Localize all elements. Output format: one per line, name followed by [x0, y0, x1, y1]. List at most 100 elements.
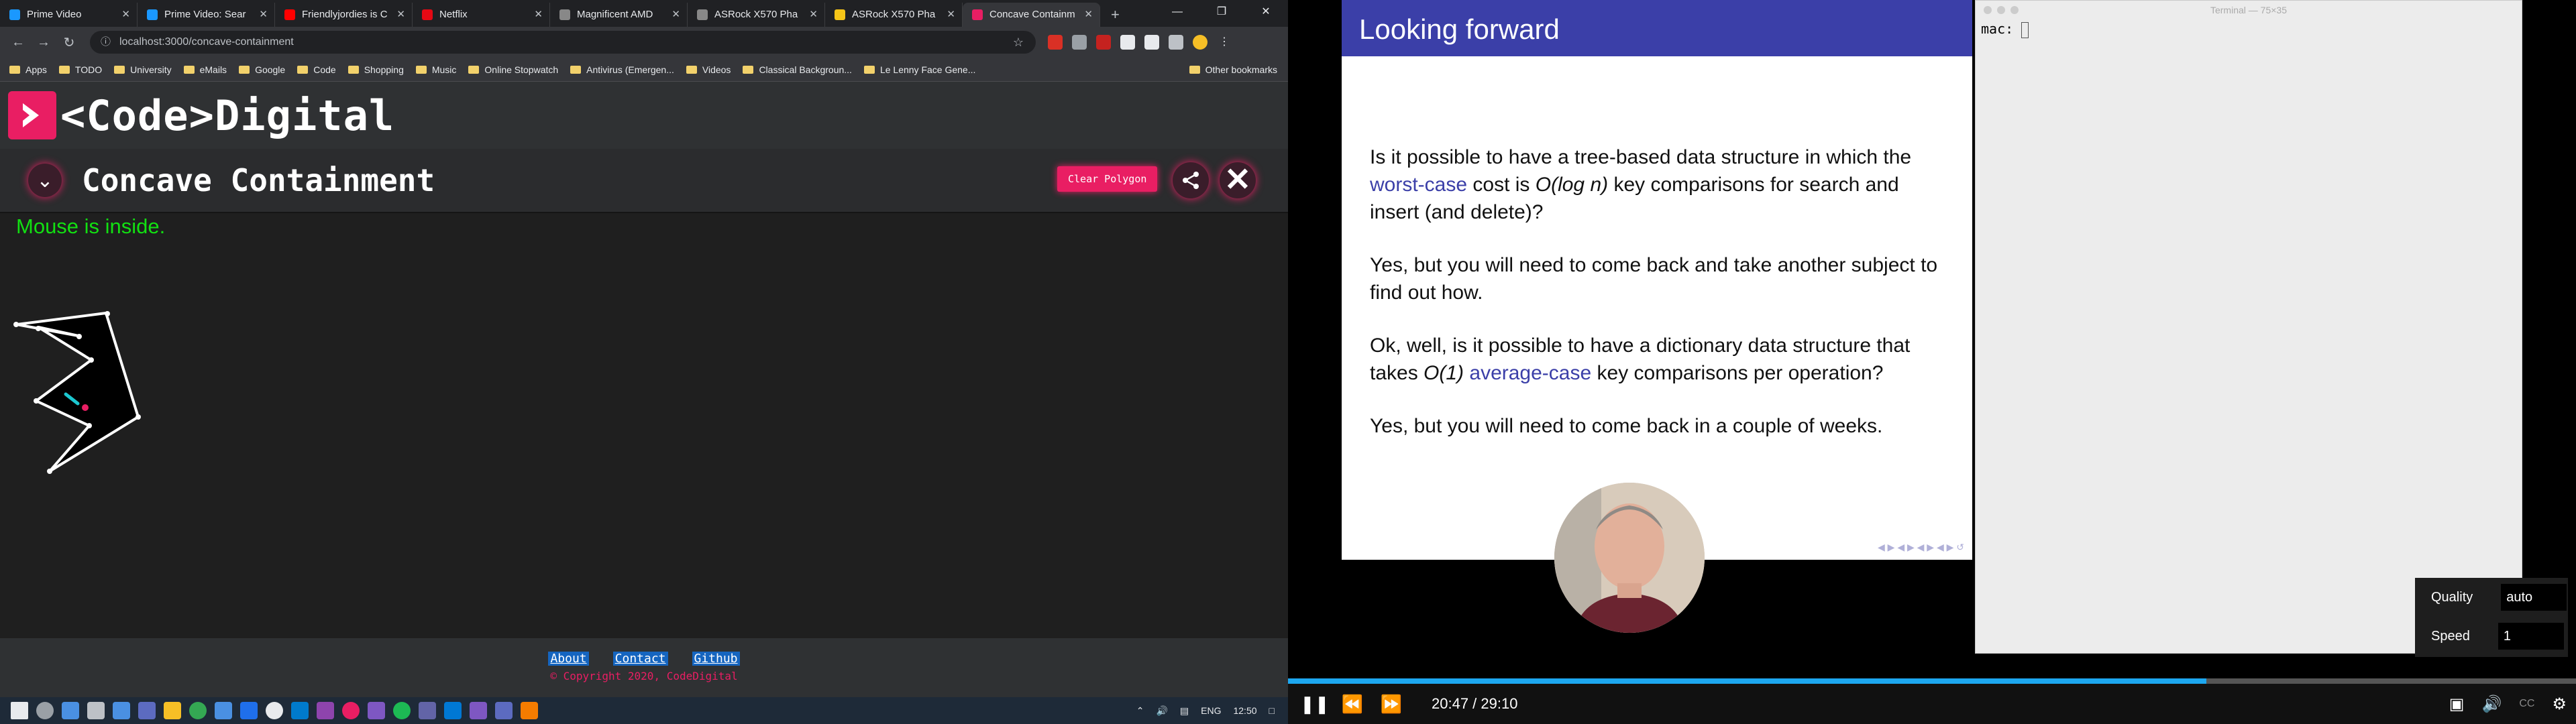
windows-start-icon[interactable]	[11, 702, 28, 719]
taskbar-app-icon[interactable]	[62, 702, 79, 719]
browser-tab[interactable]: Prime Video: Sear ✕	[138, 3, 275, 27]
fast-forward-icon[interactable]: ⏩	[1378, 694, 1405, 715]
puzzle-icon[interactable]	[1144, 35, 1159, 50]
terminal-minimize-dot[interactable]	[1997, 6, 2005, 14]
bookmark-item[interactable]: Antivirus (Emergen...	[570, 64, 674, 75]
taskbar-app-icon[interactable]	[240, 702, 258, 719]
footer-link-about[interactable]: About	[548, 652, 589, 666]
browser-tab[interactable]: Magnificent AMD ✕	[550, 3, 688, 27]
volume-icon[interactable]: 🔊	[1156, 705, 1167, 717]
settings-gear-icon[interactable]: ⚙	[2552, 695, 2567, 714]
browser-tab[interactable]: Netflix ✕	[413, 3, 550, 27]
terminal-body[interactable]: mac:	[1976, 19, 2522, 40]
bookmark-item[interactable]: Code	[297, 64, 336, 75]
vscode-icon[interactable]	[291, 702, 309, 719]
footer-link-github[interactable]: Github	[692, 652, 740, 666]
taskbar-app-icon[interactable]	[521, 702, 538, 719]
beamer-navigation-icons[interactable]: ◀ ▶ ◀ ▶ ◀ ▶ ◀ ▶ ↺	[1878, 542, 1964, 553]
bookmark-item[interactable]: Videos	[686, 64, 731, 75]
tab-close-icon[interactable]: ✕	[947, 3, 955, 27]
teams-icon[interactable]	[419, 702, 436, 719]
tab-close-icon[interactable]: ✕	[1084, 3, 1093, 27]
profile-avatar[interactable]	[1193, 35, 1208, 50]
bookmark-item[interactable]: Google	[239, 64, 285, 75]
browser-tab[interactable]: ASRock X570 Pha ✕	[825, 3, 963, 27]
rewind-icon[interactable]: ⏪	[1339, 694, 1366, 715]
back-icon[interactable]: ←	[5, 35, 31, 50]
browser-tab[interactable]: Concave Containm ✕	[963, 3, 1100, 27]
notifications-icon[interactable]: □	[1269, 705, 1275, 716]
tab-close-icon[interactable]: ✕	[534, 3, 543, 27]
extension-icon[interactable]	[1048, 35, 1063, 50]
maximize-button[interactable]: ❐	[1199, 0, 1244, 24]
tab-close-icon[interactable]: ✕	[396, 3, 405, 27]
clock[interactable]: 12:50	[1233, 705, 1256, 716]
captions-button[interactable]: CC	[2519, 698, 2534, 710]
reload-icon[interactable]: ↻	[56, 34, 82, 51]
close-window-button[interactable]: ✕	[1244, 0, 1288, 24]
extension-icon[interactable]	[1120, 35, 1135, 50]
taskbar-app-icon[interactable]	[342, 702, 360, 719]
video-progress-bar[interactable]	[1288, 678, 2576, 684]
taskbar-app-icon[interactable]	[470, 702, 487, 719]
close-icon[interactable]: ✕	[1220, 162, 1256, 198]
bookmark-star-icon[interactable]: ☆	[1013, 31, 1024, 54]
picture-in-picture-icon[interactable]: ▣	[2449, 695, 2465, 714]
menu-kebab-icon[interactable]: ⋮	[1217, 35, 1232, 50]
extension-icon[interactable]	[1072, 35, 1087, 50]
tab-close-icon[interactable]: ✕	[672, 3, 680, 27]
terminal-zoom-dot[interactable]	[2010, 6, 2019, 14]
speed-select[interactable]: 1	[2498, 623, 2564, 650]
taskbar-app-icon[interactable]	[368, 702, 385, 719]
bookmark-item[interactable]: Shopping	[347, 64, 404, 75]
address-bar[interactable]: ⓘ localhost:3000/concave-containment ☆	[90, 31, 1036, 54]
taskbar-app-icon[interactable]	[266, 702, 283, 719]
pause-icon[interactable]: ❚❚	[1300, 694, 1330, 715]
minimize-button[interactable]: —	[1155, 0, 1199, 24]
taskbar-app-icon[interactable]	[495, 702, 513, 719]
taskbar-app-icon[interactable]	[215, 702, 232, 719]
language-indicator[interactable]: ENG	[1201, 705, 1221, 716]
tab-close-icon[interactable]: ✕	[121, 3, 130, 27]
file-explorer-icon[interactable]	[164, 702, 181, 719]
info-icon[interactable]: ⓘ	[101, 31, 111, 54]
quality-select[interactable]: auto	[2501, 584, 2567, 611]
spotify-icon[interactable]	[393, 702, 411, 719]
taskbar-app-icon[interactable]	[113, 702, 130, 719]
bookmark-item[interactable]: University	[114, 64, 172, 75]
forward-icon[interactable]: →	[31, 35, 56, 50]
share-icon[interactable]	[1173, 162, 1209, 198]
network-icon[interactable]: ▤	[1180, 705, 1189, 717]
taskbar-app-icon[interactable]	[138, 702, 156, 719]
chevron-up-icon[interactable]: ⌃	[1136, 705, 1144, 717]
bookmark-item[interactable]: Apps	[9, 64, 47, 75]
browser-tab[interactable]: ASRock X570 Pha ✕	[688, 3, 825, 27]
taskbar-app-icon[interactable]	[87, 702, 105, 719]
search-icon[interactable]	[36, 702, 54, 719]
chevron-down-icon[interactable]: ⌄	[28, 164, 62, 197]
outlook-icon[interactable]	[444, 702, 462, 719]
browser-tab[interactable]: Prime Video ✕	[0, 3, 138, 27]
chrome-icon[interactable]	[189, 702, 207, 719]
site-brand[interactable]: <Code>Digital	[60, 91, 394, 140]
other-bookmarks[interactable]: Other bookmarks	[1189, 64, 1277, 75]
footer-link-contact[interactable]: Contact	[612, 652, 668, 666]
volume-icon[interactable]: 🔊	[2481, 695, 2502, 714]
polygon-canvas[interactable]	[0, 243, 1288, 638]
bookmark-item[interactable]: Classical Backgroun...	[743, 64, 852, 75]
extension-icon[interactable]	[1096, 35, 1111, 50]
codedigital-logo-icon[interactable]	[8, 91, 56, 139]
playlist-icon[interactable]	[1169, 35, 1183, 50]
bookmark-item[interactable]: Music	[415, 64, 456, 75]
bookmark-item[interactable]: eMails	[183, 64, 227, 75]
tab-close-icon[interactable]: ✕	[809, 3, 818, 27]
bookmark-item[interactable]: TODO	[58, 64, 102, 75]
new-tab-button[interactable]: +	[1100, 3, 1130, 27]
terminal-close-dot[interactable]	[1984, 6, 1992, 14]
browser-tab[interactable]: Friendlyjordies is C ✕	[275, 3, 413, 27]
tab-close-icon[interactable]: ✕	[259, 3, 268, 27]
clear-polygon-button[interactable]: Clear Polygon	[1057, 166, 1158, 192]
bookmark-item[interactable]: Le Lenny Face Gene...	[863, 64, 975, 75]
visual-studio-icon[interactable]	[317, 702, 334, 719]
bookmark-item[interactable]: Online Stopwatch	[468, 64, 558, 75]
